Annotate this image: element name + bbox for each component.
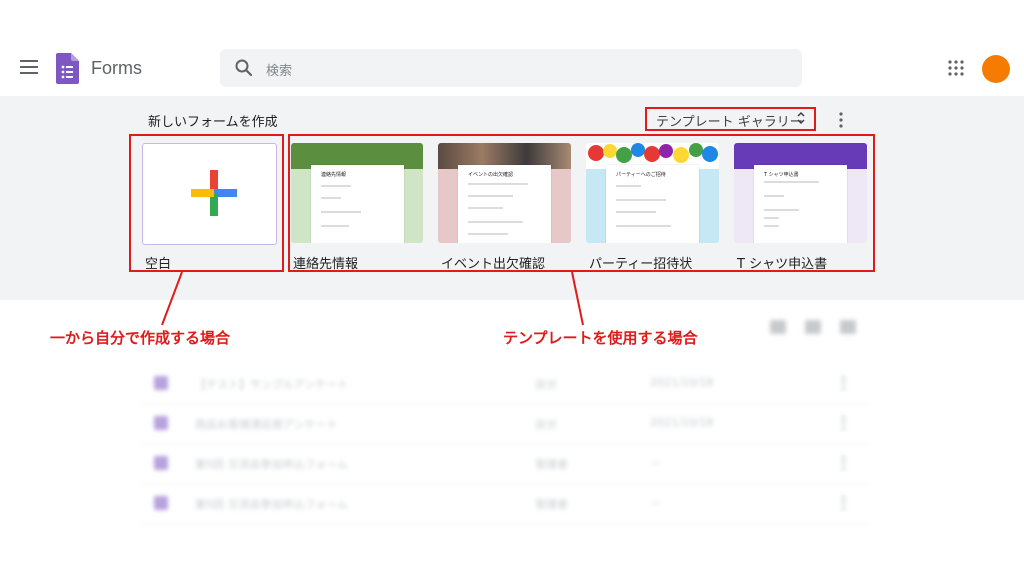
google-apps-icon[interactable] — [948, 60, 964, 76]
main-menu-icon[interactable] — [20, 60, 38, 74]
form-file-icon — [154, 376, 168, 390]
templates-highlight — [288, 134, 875, 272]
form-file-icon — [154, 456, 168, 470]
folder-icon[interactable] — [840, 320, 856, 334]
list-view-icon[interactable] — [770, 320, 786, 334]
more-options-icon[interactable] — [838, 112, 844, 128]
form-name: 第5回 交流会参加申込フォーム — [195, 458, 349, 471]
form-owner: 管理者 — [535, 498, 568, 511]
form-date: 2021/10/18 — [650, 376, 714, 389]
search-input[interactable]: 検索 — [266, 60, 292, 79]
form-owner: 自分 — [535, 378, 557, 391]
blank-card-highlight — [129, 134, 284, 272]
row-more-icon[interactable] — [842, 496, 848, 510]
search-bar[interactable] — [220, 49, 802, 87]
row-more-icon[interactable] — [842, 416, 848, 430]
form-name: 第5回 交流会参加申込フォーム — [195, 498, 349, 511]
forms-logo-icon[interactable] — [56, 53, 79, 84]
form-owner: 自分 — [535, 418, 557, 431]
form-date: 2021/10/18 — [650, 416, 714, 429]
form-name: 商品お客様満足度アンケート — [195, 418, 338, 431]
gallery-button-highlight — [645, 107, 816, 131]
form-file-icon — [154, 416, 168, 430]
row-more-icon[interactable] — [842, 456, 848, 470]
form-date: — — [650, 496, 661, 509]
gallery-heading: 新しいフォームを作成 — [148, 115, 278, 130]
app-title[interactable]: Forms — [91, 58, 142, 79]
list-item[interactable]: 【テスト】サンプルアンケート 自分 2021/10/18 — [140, 364, 870, 405]
form-owner: 管理者 — [535, 458, 568, 471]
sort-icon[interactable] — [805, 320, 821, 334]
form-date: — — [650, 456, 661, 469]
template-annotation-text: テンプレートを使用する場合 — [503, 329, 698, 347]
search-icon[interactable] — [234, 58, 254, 78]
list-item[interactable]: 第5回 交流会参加申込フォーム 管理者 — — [140, 484, 870, 525]
blank-annotation-text: 一から自分で作成する場合 — [50, 329, 231, 347]
form-name: 【テスト】サンプルアンケート — [195, 378, 349, 391]
list-item[interactable]: 第5回 交流会参加申込フォーム 管理者 — — [140, 444, 870, 485]
row-more-icon[interactable] — [842, 376, 848, 390]
account-avatar[interactable] — [982, 55, 1010, 83]
form-file-icon — [154, 496, 168, 510]
list-item[interactable]: 商品お客様満足度アンケート 自分 2021/10/18 — [140, 404, 870, 445]
